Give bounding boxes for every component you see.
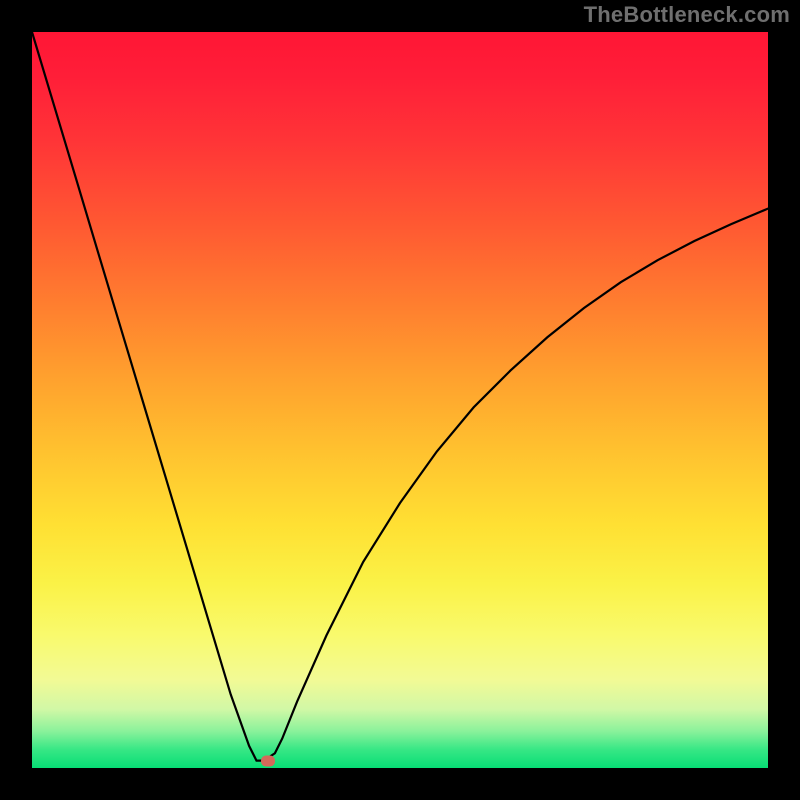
watermark-text: TheBottleneck.com <box>584 2 790 28</box>
optimal-marker <box>261 755 275 766</box>
curve-path <box>32 32 768 761</box>
plot-area <box>32 32 768 768</box>
chart-frame: TheBottleneck.com <box>0 0 800 800</box>
bottleneck-curve <box>32 32 768 768</box>
